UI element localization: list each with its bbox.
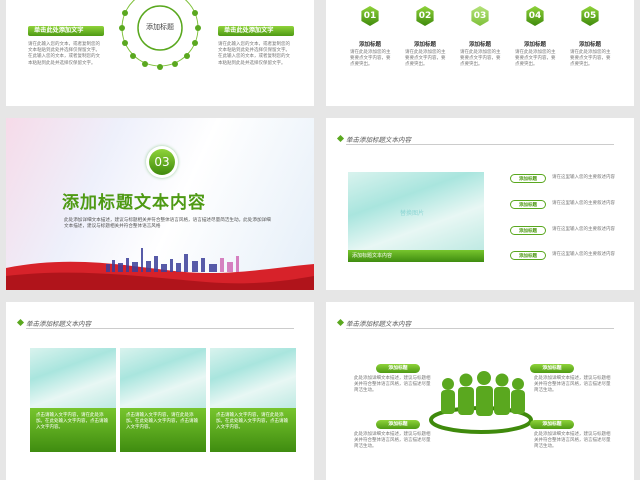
pill-2: 添加标题 — [530, 364, 574, 373]
header-divider — [346, 144, 614, 145]
tag-text-4: 请在这里输入您的主要叙述内容 — [552, 252, 615, 257]
header-bullet-icon — [336, 134, 345, 143]
header-divider — [26, 328, 294, 329]
number-hex-1: 01 — [361, 6, 379, 26]
item-title-2: 添加标题 — [413, 42, 436, 48]
item-text-2: 请在此处添加您的主要要点文字内容，要点要突出。 — [405, 50, 446, 68]
pill-4: 添加标题 — [530, 420, 574, 429]
section-number: 03 — [149, 149, 175, 175]
item-title-5: 添加标题 — [578, 42, 601, 48]
tag-3: 添加标题 — [510, 226, 546, 235]
card-image-1[interactable] — [30, 348, 116, 408]
tag-text-2: 请在这里输入您的主要叙述内容 — [552, 201, 615, 206]
pill-text-2: 此处添加详细文本描述，建议与标题相关并符合整体语言风格，语言描述尽量简洁生动。 — [534, 376, 611, 394]
right-text: 请在此输入您的文本，或者复制您的文本粘贴到此处并选择仅保留文字。在此输入您的文本… — [218, 42, 290, 66]
pill-text-1: 此处添加详细文本描述，建议与标题相关并符合整体语言风格，语言描述尽量简洁生动。 — [354, 376, 431, 394]
card-2: 点击请输入文字内容，请在此处添加。在此处输入文字内容，点击请输入文字内容。 — [120, 408, 206, 452]
pill-3: 添加标题 — [376, 420, 420, 429]
item-title-1: 添加标题 — [358, 42, 381, 48]
tag-text-1: 请在这里输入您的主要叙述内容 — [552, 175, 615, 180]
team-group-icon — [429, 371, 533, 434]
right-title-bar: 单击此处添加文字 — [218, 26, 294, 36]
image-caption: 添加标题文本内容 — [352, 253, 393, 259]
left-text: 请在此输入您的文本，或者复制您的文本粘贴到此处并选择仅保留文字。在此输入您的文本… — [28, 42, 100, 66]
slide-thumbnail-6[interactable]: 单击添加标题文本内容 添加标题 此处添加详细文本描述，建议与标题相关并符合整体语… — [326, 302, 634, 480]
image-placeholder[interactable]: 替换图片 — [348, 172, 484, 250]
item-text-5: 请在此处添加您的主要要点文字内容，要点要突出。 — [570, 50, 611, 68]
number-circle: 03 — [146, 146, 178, 178]
card-image-3[interactable] — [210, 348, 296, 408]
card-image-2[interactable] — [120, 348, 206, 408]
header-bullet-icon — [16, 318, 25, 327]
number-hex-4: 04 — [526, 6, 544, 26]
number-hex-5: 05 — [581, 6, 599, 26]
card-text-1: 点击请输入文字内容，请在此处添加。在此处输入文字内容，点击请输入文字内容。 — [36, 413, 108, 431]
tag-4: 添加标题 — [510, 251, 546, 260]
slide-thumbnail-4[interactable]: 单击添加标题文本内容 替换图片 添加标题文本内容 添加标题 请在这里输入您的主要… — [326, 118, 634, 290]
slide-header: 单击添加标题文本内容 — [346, 136, 411, 144]
left-title-bar: 单击此处添加文字 — [28, 26, 104, 36]
tag-text-3: 请在这里输入您的主要叙述内容 — [552, 227, 615, 232]
slide-thumbnail-5[interactable]: 单击添加标题文本内容 点击请输入文字内容，请在此处添加。在此处输入文字内容，点击… — [6, 302, 314, 480]
item-text-3: 请在此处添加您的主要要点文字内容，要点要突出。 — [460, 50, 501, 68]
card-1: 点击请输入文字内容，请在此处添加。在此处输入文字内容，点击请输入文字内容。 — [30, 408, 116, 452]
item-title-4: 添加标题 — [523, 42, 546, 48]
slide-thumbnail-2[interactable]: 01 02 03 04 05 添加标题 添加标题 添加标题 添加标题 添加标题 … — [326, 0, 634, 106]
slide-thumbnail-3[interactable]: 03 添加标题文本内容 此处添加详细文本描述，建议与标题相关并符合整体语言风格，… — [6, 118, 314, 290]
card-3: 点击请输入文字内容，请在此处添加。在此处输入文字内容，点击请输入文字内容。 — [210, 408, 296, 452]
image-caption-bar: 添加标题文本内容 — [348, 250, 484, 262]
number-hex-3: 03 — [471, 6, 489, 26]
item-text-1: 请在此处添加您的主要要点文字内容，要点要突出。 — [350, 50, 391, 68]
card-text-2: 点击请输入文字内容，请在此处添加。在此处输入文字内容，点击请输入文字内容。 — [126, 413, 198, 431]
tag-2: 添加标题 — [510, 200, 546, 209]
section-title: 添加标题文本内容 — [62, 193, 206, 213]
tag-1: 添加标题 — [510, 174, 546, 183]
center-title: 添加标题 — [146, 23, 174, 31]
item-text-4: 请在此处添加您的主要要点文字内容，要点要突出。 — [515, 50, 556, 68]
slide-thumbnail-1[interactable]: 添加标题 单击此处添加文字 请在此输入您的文本，或者复制您的文本粘贴到此处并选择… — [6, 0, 314, 106]
image-placeholder-label: 替换图片 — [400, 210, 425, 217]
card-text-3: 点击请输入文字内容，请在此处添加。在此处输入文字内容，点击请输入文字内容。 — [216, 413, 288, 431]
number-hex-2: 02 — [416, 6, 434, 26]
slide-header: 单击添加标题文本内容 — [26, 320, 91, 328]
pill-text-3: 此处添加详细文本描述，建议与标题相关并符合整体语言风格，语言描述尽量简洁生动。 — [354, 432, 431, 450]
item-title-3: 添加标题 — [468, 42, 491, 48]
header-divider — [346, 328, 614, 329]
section-description: 此处添加详细文本描述，建议与标题相关并符合整体语言风格，语言描述尽量简洁生动。此… — [64, 218, 271, 230]
pill-1: 添加标题 — [376, 364, 420, 373]
header-bullet-icon — [336, 318, 345, 327]
pill-text-4: 此处添加详细文本描述，建议与标题相关并符合整体语言风格，语言描述尽量简洁生动。 — [534, 432, 611, 450]
slide-header: 单击添加标题文本内容 — [346, 320, 411, 328]
